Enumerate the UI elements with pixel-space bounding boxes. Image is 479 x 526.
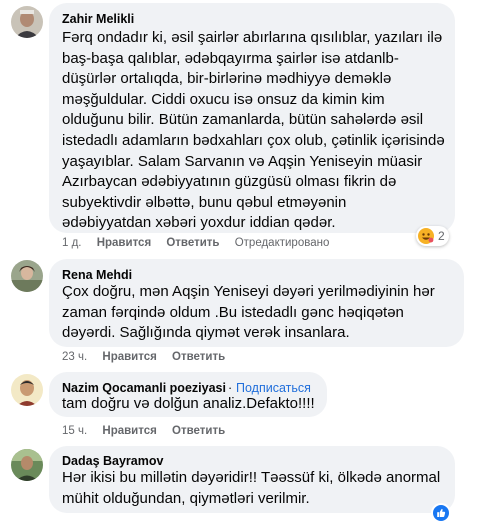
comment-text: Hər ikisi bu millətin dəyəridir!! Təəssü… [62, 468, 440, 509]
like-button[interactable]: Нравится [102, 425, 156, 437]
comment-text-line: tam doğru və dolğun analiz.Defakto!!!! [62, 395, 315, 412]
edited-label: Отредактировано [234, 237, 330, 249]
comment-text-line: dəyərdi. Sağlığında qiymət verək insanla… [62, 324, 350, 342]
comment-text-line: istedadlı adamların bədxahları çox olub,… [62, 131, 445, 149]
like-button[interactable]: Нравится [97, 237, 151, 249]
comment-text-line: zaman fərqində oldum .Bu istedadlı gənc … [62, 303, 404, 321]
reaction-count: 2 [438, 229, 445, 243]
comment-author[interactable]: Nazim Qocamanli poeziyasi [62, 381, 226, 395]
comment-text-line: ədəbiyyatdan xəbəri yoxdur iddian qədər. [62, 214, 336, 232]
comment-author[interactable]: Zahir Melikli [62, 12, 134, 26]
comment-actions: 1 д. Нравится Ответить Отредактировано [62, 237, 341, 249]
comment-text-line: yaşayıblar. Salam Sarvanın və Aqşin Yeni… [62, 152, 423, 170]
like-button[interactable]: Нравится [102, 351, 156, 363]
avatar[interactable] [11, 449, 43, 481]
reply-button[interactable]: Ответить [172, 351, 225, 363]
comment-actions: 15 ч. Нравится Ответить [62, 425, 237, 437]
comment-text-line: mühit olduğundan, qiymətləri verilmir. [62, 489, 310, 507]
comment-text-line: Azırbaycan ədəbiyyatının güzgüsü olması … [62, 173, 397, 191]
comment-text-line: məşğuldular. Ciddi oxucu isə onsuz da ki… [62, 90, 385, 108]
comment-time[interactable]: 1 д. [62, 237, 82, 249]
comment-text-line: Çox doğru, mən Aqşin Yeniseyi dəyəri yer… [62, 283, 435, 300]
avatar[interactable] [11, 6, 43, 38]
avatar[interactable] [11, 374, 43, 406]
comment-author[interactable]: Rena Mehdi [62, 268, 132, 282]
comment-text: Çox doğru, mən Aqşin Yeniseyi dəyəri yer… [62, 282, 435, 344]
comment-text-line: Fərq ondadır ki, əsil şairlər abırlarına… [62, 29, 443, 46]
comment-text-line: Hər ikisi bu millətin dəyəridir!! Təəssü… [62, 469, 441, 486]
comment-text-line: baş-başa qalıblar, ədəbqayırma şairlər i… [62, 49, 399, 67]
comment-author[interactable]: Dadaş Bayramov [62, 454, 163, 468]
comment-text-line: subyektivdir əlbəttə, bunu qəbul etməyən… [62, 193, 347, 211]
comment-text-line: olduğunu bilir. Bütün zamanlarda, bütün … [62, 111, 424, 129]
comment-time[interactable]: 23 ч. [62, 351, 87, 363]
avatar[interactable] [11, 260, 43, 292]
haha-emoji-icon [418, 228, 434, 244]
comment-text: Fərq ondadır ki, əsil şairlər abırlarına… [62, 28, 445, 234]
comment-time[interactable]: 15 ч. [62, 425, 87, 437]
separator-dot: · [228, 381, 233, 395]
follow-link[interactable]: Подписаться [236, 381, 311, 395]
reaction-summary[interactable]: 2 [416, 226, 449, 246]
reply-button[interactable]: Ответить [172, 425, 225, 437]
comment-text: tam doğru və dolğun analiz.Defakto!!!! [62, 394, 315, 415]
comment-actions: 23 ч. Нравится Ответить [62, 351, 237, 363]
reply-button[interactable]: Ответить [166, 237, 219, 249]
comment-text-line: düşürlər ortalıqda, bir-birlərinə mədhiy… [62, 70, 392, 88]
